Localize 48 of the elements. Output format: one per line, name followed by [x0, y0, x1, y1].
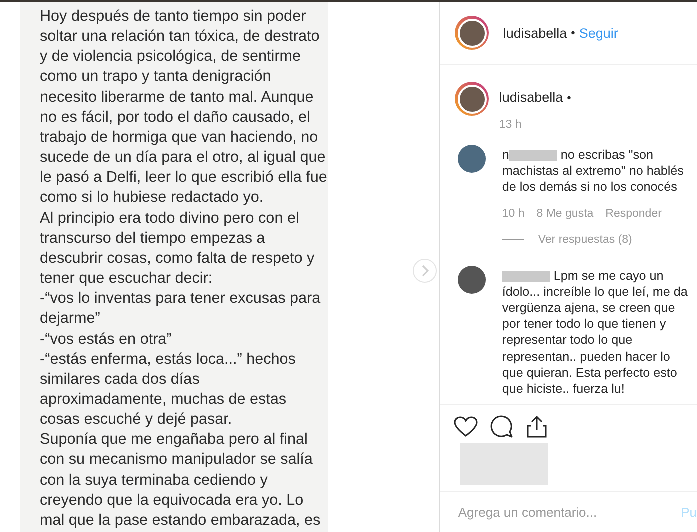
- follow-link[interactable]: Seguir: [579, 26, 618, 40]
- note-text-line: descubrir cosas, como falta de respeto y: [40, 248, 316, 269]
- note-text-line: transcurso del tiempo empezas a: [40, 228, 266, 249]
- note-text-line: le pasó a Delfi, leer lo que escribió ella fue: [40, 168, 328, 188]
- note-text-line: necesito liberarme de tanto mal. Aunque: [40, 88, 315, 108]
- note-text-line: -“vos lo inventas para tener excusas para: [40, 289, 322, 310]
- note-text-line: y de violencia psicológica, de sentirme: [40, 47, 302, 68]
- avatar-circle[interactable]: [458, 145, 486, 173]
- note-text-line: no es fácil, por todo el daño causado, el: [40, 108, 312, 128]
- note-text-line: creyendo que la equivocada era yo. Lo: [40, 490, 305, 511]
- note-text-line: similares cada dos días: [40, 370, 201, 390]
- note-text-line: como un trapo y tanta denigración: [40, 67, 272, 88]
- avatar-circle[interactable]: [455, 82, 490, 116]
- note-text-line: aproximadamente, muchas de estas: [40, 390, 288, 410]
- note-text-line: mal que la pase estando embarazada, es: [40, 510, 322, 531]
- pixelated-username: [502, 270, 550, 282]
- separator-dot: •: [571, 26, 576, 40]
- comment-time: 10 h: [502, 208, 525, 220]
- view-replies-link[interactable]: Ver respuestas (8): [538, 234, 632, 246]
- username-link[interactable]: ludisabella: [499, 90, 564, 105]
- note-text-line: cosas escuché y dejé pasar.: [40, 410, 234, 430]
- note-text-line: soltar una relación tan tóxica, de destrato: [40, 27, 321, 48]
- heart-icon[interactable]: [454, 416, 478, 438]
- post-time: 13 h: [499, 119, 523, 131]
- chevron-right-icon: [420, 265, 430, 277]
- note-text-line: con la suya terminaba cediendo y: [40, 470, 269, 491]
- note-text-line: trabajo de hormiga que van haciendo, no: [40, 128, 320, 148]
- note-text-line: Suponía que me engañaba pero al final: [40, 430, 309, 450]
- username-link[interactable]: ludisabella: [503, 26, 568, 40]
- note-text-line: Al principio era todo divino pero con el: [40, 208, 300, 229]
- note-text-line: Hoy después de tanto tiempo sin poder: [40, 7, 308, 27]
- note-text-line: tener que escuchar decir:: [40, 269, 214, 290]
- note-text-line: -“estás enferma, estás loca...” hechos: [40, 350, 297, 370]
- comment-text: Lpm se me cayo un ídolo... increíble lo que leí, me da vergüenza ajena, se creen que por tener todo lo que tienen y representar todo lo que representan.. pueden hacer lo que quieran. Esta perfecto esto que hiciste.. fuerza lu!: [502, 268, 689, 398]
- avatar-circle[interactable]: [455, 16, 490, 50]
- note-text-line: -“vos estás en otra”: [40, 330, 173, 350]
- separator-dot: •: [567, 90, 572, 104]
- likes-count[interactable]: 8 Me gusta: [536, 208, 594, 220]
- avatar-circle[interactable]: [458, 266, 486, 294]
- note-text-line: sucede de un día para el otro, al igual que: [40, 148, 327, 168]
- comment-text: n no escribas "son machistas al extremo" no hablés de los demás si no los conocés: [502, 147, 685, 196]
- note-text-line: como si lo hubiese redactado yo.: [40, 188, 265, 208]
- share-upload-icon[interactable]: [526, 415, 548, 439]
- reply-link[interactable]: Responder: [606, 208, 662, 220]
- pixelated-username: [509, 150, 558, 162]
- note-text-line: con su mecanismo manipulador se salía: [40, 450, 314, 470]
- comment-bubble-icon[interactable]: [490, 415, 514, 439]
- note-text-line: dejarme”: [40, 309, 102, 330]
